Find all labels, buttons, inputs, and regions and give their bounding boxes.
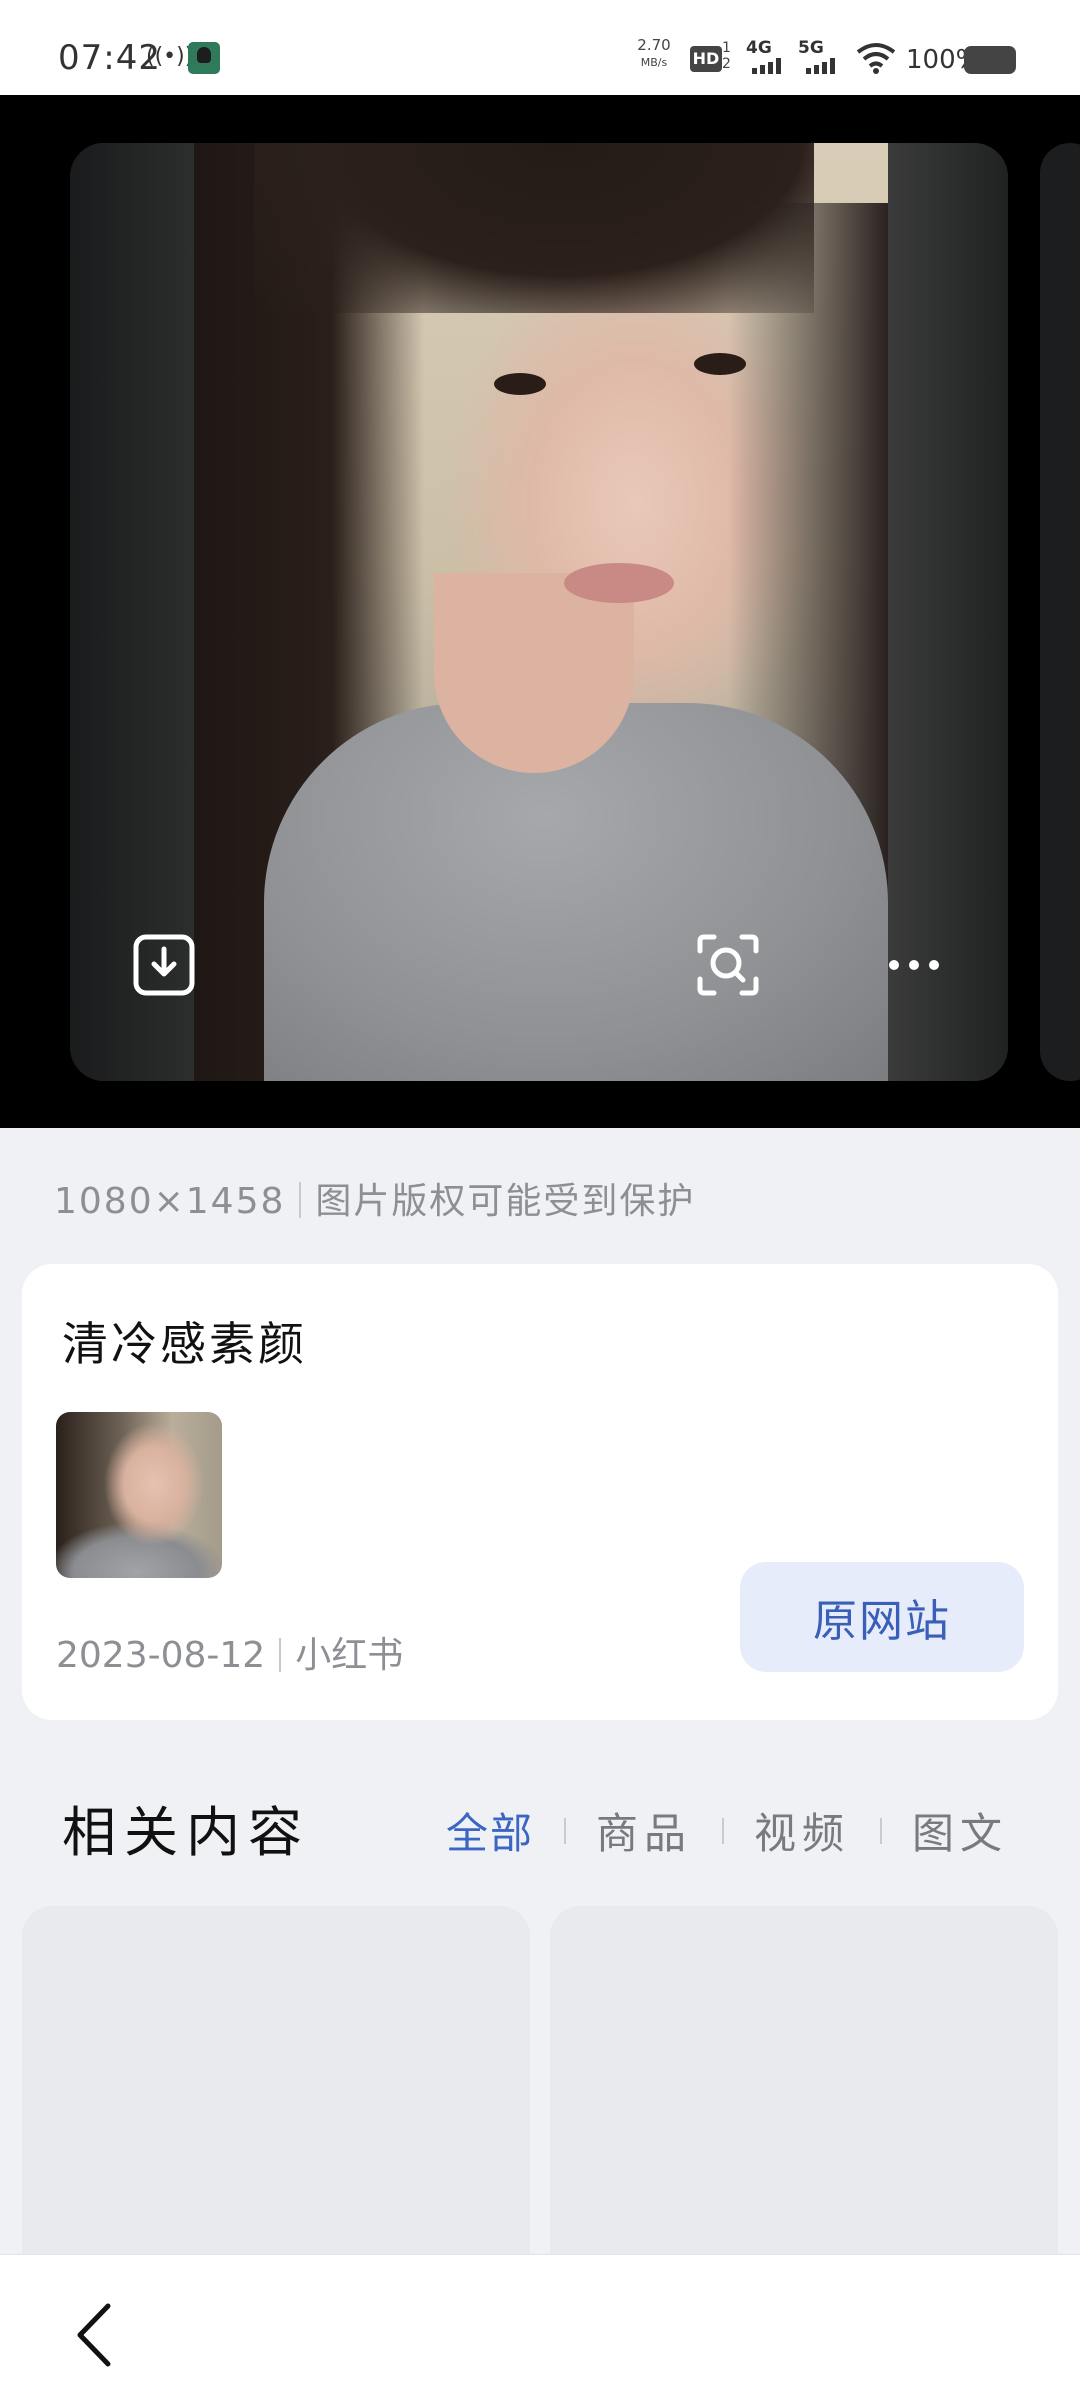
wifi-icon — [856, 43, 896, 74]
tab-videos[interactable]: 视频 — [754, 1800, 850, 1861]
image-frame[interactable] — [70, 143, 1008, 1081]
copyright-notice: 图片版权可能受到保护 — [315, 1181, 696, 1222]
source-date: 2023-08-12 — [56, 1635, 266, 1676]
bottom-nav — [0, 2254, 1080, 2401]
divider — [564, 1817, 567, 1844]
source-title[interactable]: 清冷感素颜 — [62, 1308, 307, 1374]
source-card[interactable]: 清冷感素颜 2023-08-12 小红书 原网站 — [22, 1264, 1058, 1720]
visual-search-button[interactable] — [696, 933, 760, 997]
divider — [279, 1638, 282, 1672]
related-card[interactable] — [22, 1906, 530, 2286]
app-notification-icon — [188, 42, 220, 74]
divider — [722, 1817, 725, 1844]
divider — [880, 1817, 883, 1844]
visual-search-icon — [697, 934, 759, 996]
hd-voice-icon: HD — [690, 46, 722, 72]
chevron-left-icon — [77, 2303, 111, 2367]
network-speed-value: 2.70 — [637, 36, 671, 54]
next-image-peek[interactable] — [1040, 143, 1080, 1081]
main-photo[interactable] — [194, 143, 888, 1081]
more-icon — [889, 960, 939, 970]
source-meta: 2023-08-12 小红书 — [56, 1626, 403, 1678]
network-type-5g: 5G — [798, 38, 824, 58]
status-bar: 07:42 ((•)) 2.70 MB/s HD 12 4G 5G 100% — [0, 0, 1080, 95]
photo-eye-right — [694, 353, 746, 375]
image-viewer[interactable] — [0, 95, 1080, 1128]
image-info: 1080×1458 图片版权可能受到保护 — [54, 1172, 695, 1224]
tab-image-text[interactable]: 图文 — [912, 1800, 1008, 1861]
back-button[interactable] — [54, 2295, 134, 2375]
photo-lips — [564, 563, 674, 603]
download-icon — [133, 934, 195, 996]
more-button[interactable] — [882, 933, 946, 997]
network-type-4g: 4G — [746, 38, 772, 58]
network-speed-unit: MB/s — [640, 56, 668, 69]
source-site: 小红书 — [295, 1635, 404, 1676]
wireless-broadcast-icon: ((•)) — [146, 44, 194, 69]
download-button[interactable] — [132, 933, 196, 997]
related-tabs: 全部 商品 视频 图文 — [446, 1800, 1008, 1861]
source-thumbnail[interactable] — [56, 1412, 222, 1578]
network-speed: 2.70 MB/s — [632, 36, 676, 72]
sim-index-label: 12 — [722, 40, 731, 72]
photo-eye-left — [494, 373, 546, 395]
original-site-button[interactable]: 原网站 — [740, 1562, 1024, 1672]
tab-all[interactable]: 全部 — [446, 1800, 534, 1861]
tab-products[interactable]: 商品 — [596, 1800, 692, 1861]
related-card[interactable] — [550, 1906, 1058, 2286]
photo-neck — [434, 573, 634, 773]
related-title: 相关内容 — [62, 1801, 310, 1864]
battery-icon — [964, 46, 1016, 74]
image-dimensions: 1080×1458 — [54, 1181, 286, 1222]
divider — [299, 1182, 302, 1218]
